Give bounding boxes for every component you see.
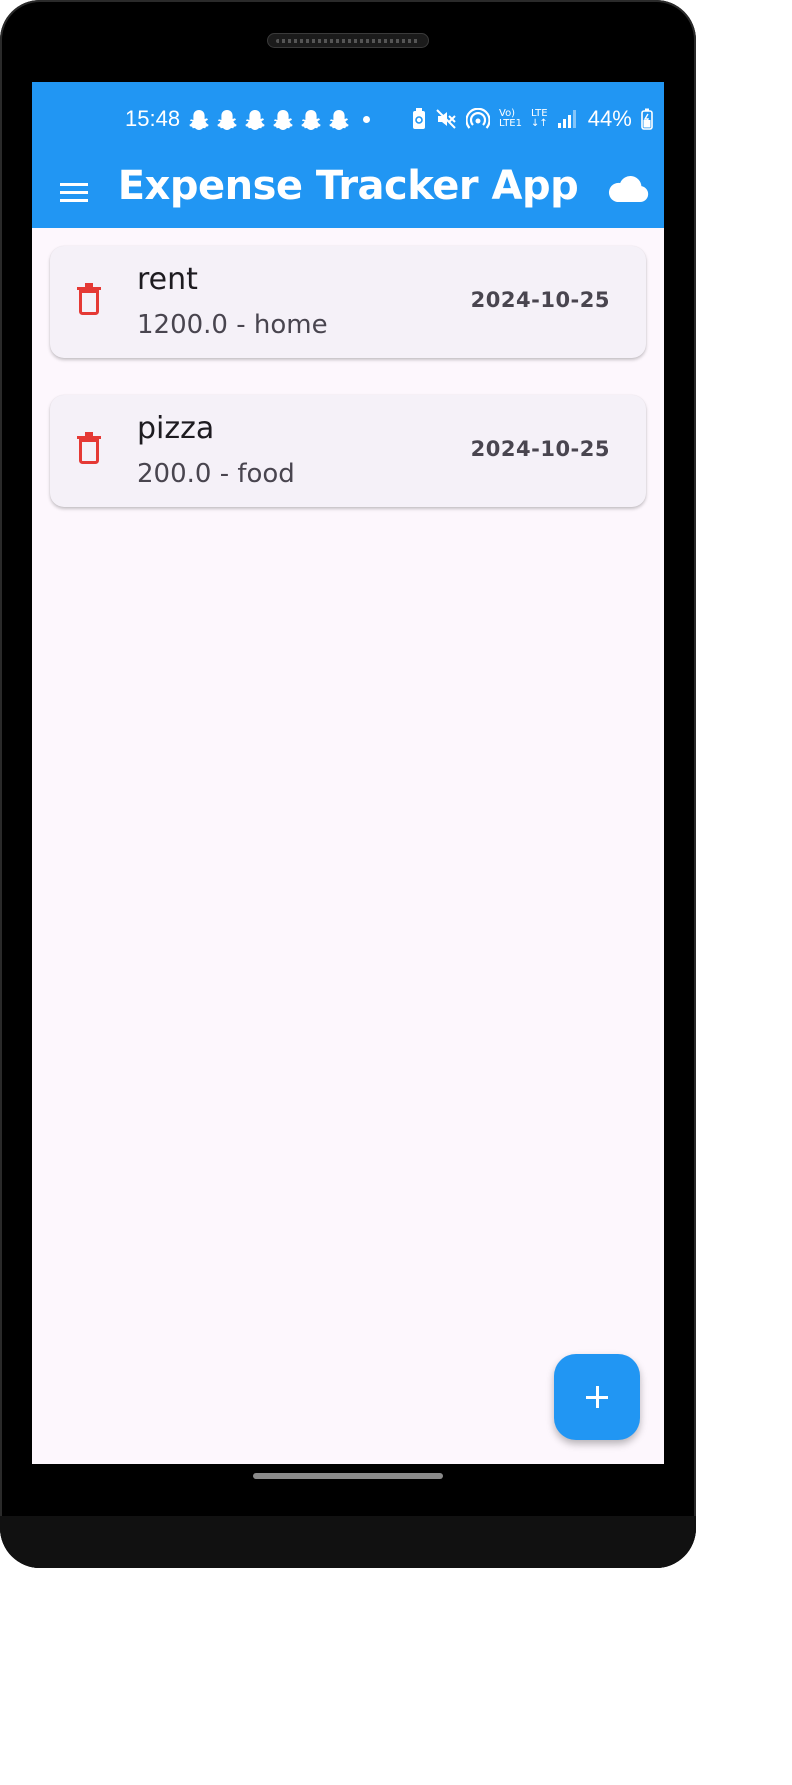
snapchat-icon bbox=[301, 110, 321, 130]
add-icon-stroke bbox=[596, 1386, 599, 1408]
app-title: Expense Tracker App bbox=[117, 163, 579, 209]
delete-button[interactable] bbox=[76, 431, 104, 471]
signal-icon bbox=[557, 110, 576, 128]
status-bar: 15:48 Vo) LTE1 LTE ↓↑ 44% bbox=[32, 82, 664, 158]
add-expense-button[interactable] bbox=[554, 1354, 640, 1440]
notification-dot bbox=[363, 116, 370, 123]
app-bar: 15:48 Vo) LTE1 LTE ↓↑ 44% Expense Tracke… bbox=[32, 82, 664, 228]
cloud-sync-button[interactable] bbox=[606, 172, 650, 212]
delete-button[interactable] bbox=[76, 282, 104, 322]
battery-charging-icon bbox=[640, 108, 653, 130]
menu-icon-line bbox=[60, 191, 88, 194]
volte-indicator: Vo) LTE1 bbox=[499, 109, 522, 129]
phone-chin bbox=[0, 1516, 696, 1568]
menu-button[interactable] bbox=[54, 175, 94, 211]
snapchat-icon bbox=[329, 110, 349, 130]
battery-percent: 44% bbox=[587, 106, 632, 131]
earpiece-speaker bbox=[267, 33, 429, 48]
expense-card[interactable]: pizza 200.0 - food 2024-10-25 bbox=[50, 395, 646, 507]
snapchat-icon bbox=[245, 110, 265, 130]
status-time: 15:48 bbox=[125, 106, 181, 131]
expense-title: rent bbox=[137, 262, 198, 297]
expense-date: 2024-10-25 bbox=[470, 288, 610, 312]
data-arrows-icon: ↓↑ bbox=[530, 118, 548, 129]
notification-icons bbox=[189, 109, 349, 131]
system-status-icons: Vo) LTE1 LTE ↓↑ 44% bbox=[412, 104, 653, 134]
cloud-icon bbox=[608, 176, 649, 203]
menu-icon-line bbox=[60, 199, 88, 202]
trash-icon bbox=[77, 432, 101, 464]
lte-indicator: LTE ↓↑ bbox=[531, 109, 548, 129]
expense-amount-category: 1200.0 - home bbox=[137, 310, 328, 340]
menu-icon bbox=[60, 183, 88, 186]
snapchat-icon bbox=[189, 110, 209, 130]
expense-amount-category: 200.0 - food bbox=[137, 459, 295, 489]
toolbar: Expense Tracker App bbox=[32, 158, 664, 228]
mute-icon bbox=[436, 109, 456, 129]
home-indicator[interactable] bbox=[253, 1473, 443, 1479]
app-screen: 15:48 Vo) LTE1 LTE ↓↑ 44% Expense Tracke… bbox=[32, 82, 664, 1464]
expense-card[interactable]: rent 1200.0 - home 2024-10-25 bbox=[50, 246, 646, 358]
lte1-label: LTE1 bbox=[499, 118, 522, 129]
snapchat-icon bbox=[217, 110, 237, 130]
expense-title: pizza bbox=[137, 411, 215, 446]
hotspot-icon bbox=[466, 108, 490, 129]
snapchat-icon bbox=[273, 110, 293, 130]
phone-frame: 15:48 Vo) LTE1 LTE ↓↑ 44% Expense Tracke… bbox=[0, 0, 696, 1568]
trash-icon bbox=[77, 283, 101, 315]
expense-date: 2024-10-25 bbox=[470, 437, 610, 461]
battery-saver-icon bbox=[413, 108, 425, 129]
